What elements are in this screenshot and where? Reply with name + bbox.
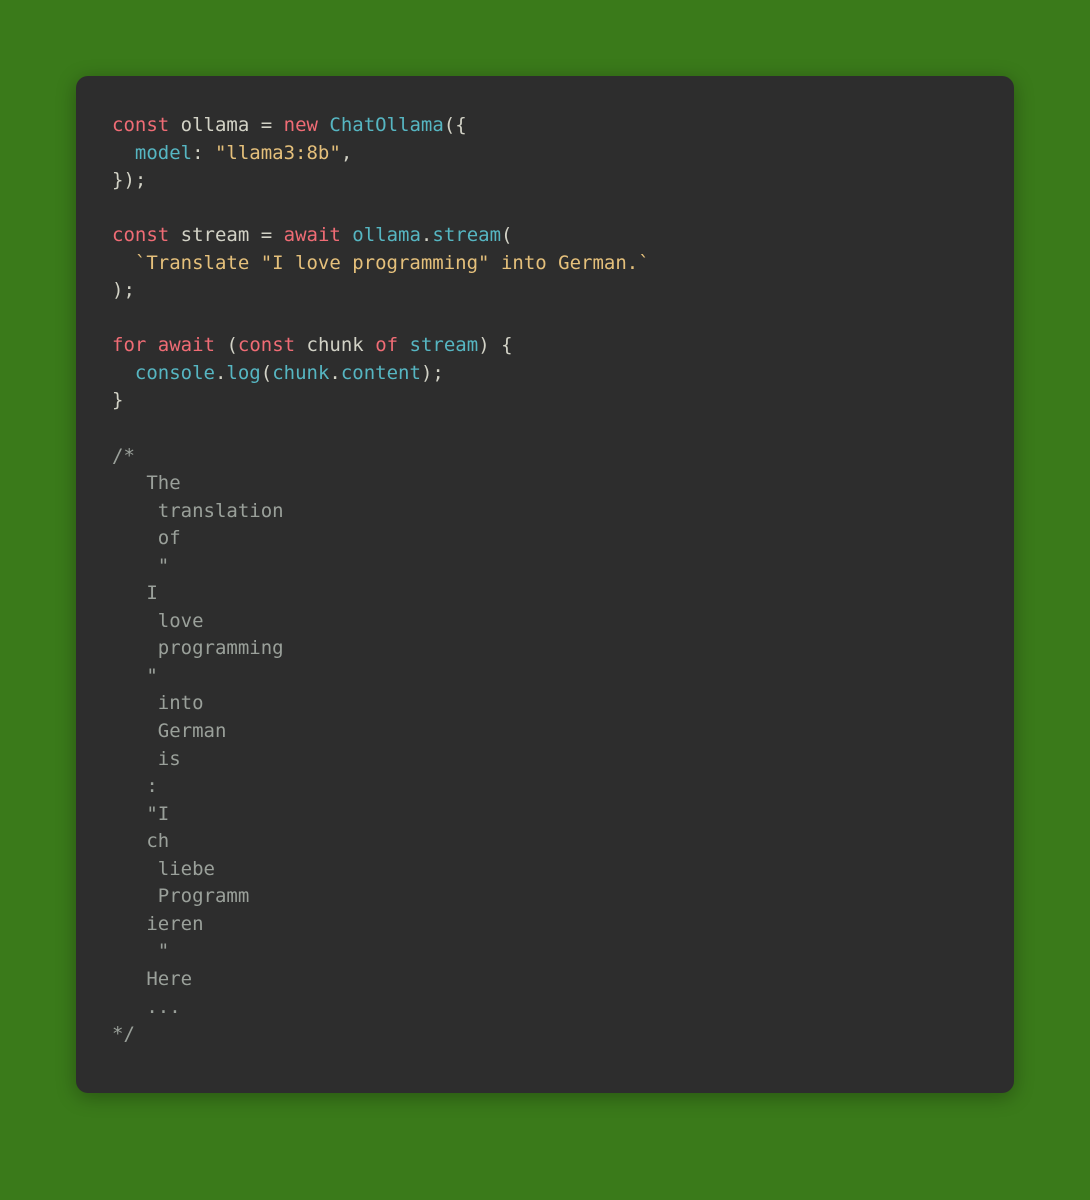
indent bbox=[112, 362, 135, 384]
close-paren: ) bbox=[112, 279, 123, 301]
dot: . bbox=[421, 224, 432, 246]
space bbox=[146, 334, 157, 356]
var-ollama: ollama bbox=[181, 114, 250, 136]
space bbox=[364, 334, 375, 356]
space bbox=[215, 334, 226, 356]
space bbox=[341, 224, 352, 246]
comma: , bbox=[341, 142, 352, 164]
indent bbox=[112, 252, 135, 274]
ref-stream: stream bbox=[410, 334, 479, 356]
open-paren: ( bbox=[261, 362, 272, 384]
semicolon: ; bbox=[123, 279, 134, 301]
equals: = bbox=[249, 114, 283, 136]
ref-chunk: chunk bbox=[272, 362, 329, 384]
space bbox=[169, 224, 180, 246]
keyword-await: await bbox=[284, 224, 341, 246]
ref-ollama: ollama bbox=[352, 224, 421, 246]
prop-content: content bbox=[341, 362, 421, 384]
close-paren: ) bbox=[421, 362, 432, 384]
code-block: const ollama = new ChatOllama({ model: "… bbox=[76, 76, 1014, 1093]
close-paren: ) bbox=[478, 334, 489, 356]
keyword-for: for bbox=[112, 334, 146, 356]
string-model-val: "llama3:8b" bbox=[215, 142, 341, 164]
open-brace: { bbox=[490, 334, 513, 356]
keyword-const: const bbox=[238, 334, 295, 356]
close-brace: } bbox=[112, 169, 123, 191]
close-brace: } bbox=[112, 389, 123, 411]
space bbox=[398, 334, 409, 356]
space bbox=[169, 114, 180, 136]
method-log: log bbox=[226, 362, 260, 384]
open-paren: ( bbox=[226, 334, 237, 356]
open-paren: ( bbox=[444, 114, 455, 136]
prop-model: model bbox=[135, 142, 192, 164]
indent bbox=[112, 142, 135, 164]
comment-block: /* The translation of " I love programmi… bbox=[112, 445, 284, 1045]
open-paren: ( bbox=[501, 224, 512, 246]
var-stream: stream bbox=[181, 224, 250, 246]
keyword-of: of bbox=[375, 334, 398, 356]
keyword-const: const bbox=[112, 114, 169, 136]
keyword-const: const bbox=[112, 224, 169, 246]
open-brace: { bbox=[455, 114, 466, 136]
var-chunk: chunk bbox=[307, 334, 364, 356]
keyword-new: new bbox=[284, 114, 318, 136]
close-paren: ) bbox=[123, 169, 134, 191]
colon: : bbox=[192, 142, 215, 164]
dot: . bbox=[329, 362, 340, 384]
ref-console: console bbox=[135, 362, 215, 384]
dot: . bbox=[215, 362, 226, 384]
semicolon: ; bbox=[432, 362, 443, 384]
equals: = bbox=[249, 224, 283, 246]
class-chatollama: ChatOllama bbox=[329, 114, 443, 136]
template-string: `Translate "I love programming" into Ger… bbox=[135, 252, 650, 274]
method-stream: stream bbox=[432, 224, 501, 246]
space bbox=[318, 114, 329, 136]
space bbox=[295, 334, 306, 356]
keyword-await: await bbox=[158, 334, 215, 356]
semicolon: ; bbox=[135, 169, 146, 191]
